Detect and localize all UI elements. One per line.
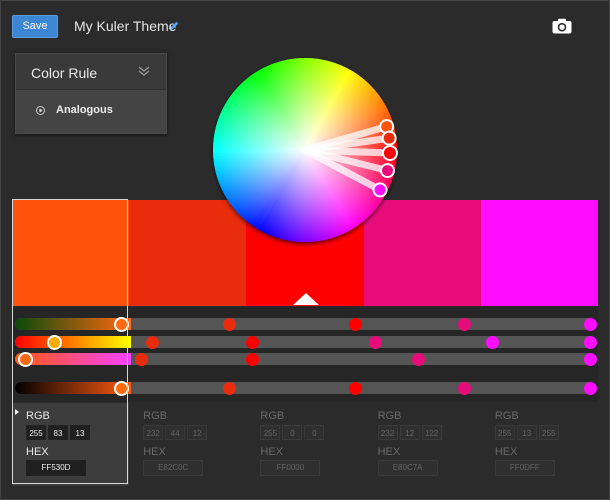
color-rule-title: Color Rule bbox=[31, 65, 98, 81]
value-column-5[interactable]: RGB 255 13 255 HEX FF0DFF bbox=[481, 403, 598, 486]
color-wheel[interactable] bbox=[195, 55, 425, 260]
slider-track-1[interactable] bbox=[15, 318, 595, 330]
slider-knob[interactable] bbox=[18, 352, 33, 367]
color-values: RGB 255 83 13 HEX FF530D RGB 232 44 12 H… bbox=[12, 403, 598, 486]
rgb-b-field[interactable]: 13 bbox=[70, 425, 90, 440]
rgb-g-field[interactable]: 83 bbox=[48, 425, 68, 440]
color-rule-option-label: Analogous bbox=[56, 104, 113, 116]
slider-knob[interactable] bbox=[412, 353, 425, 366]
wheel-handle-2[interactable] bbox=[381, 130, 397, 146]
rgb-label: RGB bbox=[377, 410, 402, 422]
hex-field[interactable]: FF0000 bbox=[260, 460, 321, 476]
expand-arrow-icon[interactable] bbox=[15, 409, 19, 415]
rgb-label: RGB bbox=[143, 410, 168, 422]
slider-knob[interactable] bbox=[146, 336, 159, 349]
save-button[interactable]: Save bbox=[12, 15, 58, 38]
slider-track-3[interactable] bbox=[15, 353, 595, 365]
wheel-handle-3[interactable] bbox=[381, 144, 398, 161]
rgb-g-field[interactable]: 13 bbox=[516, 425, 537, 440]
rgb-b-field[interactable]: 122 bbox=[421, 425, 442, 440]
rgb-r-field[interactable]: 255 bbox=[494, 425, 515, 440]
base-color-indicator-icon bbox=[293, 293, 319, 305]
rgb-b-field[interactable]: 12 bbox=[187, 425, 208, 440]
swatch-1[interactable] bbox=[12, 200, 130, 306]
slider-knob[interactable] bbox=[584, 336, 597, 349]
rgb-r-field[interactable]: 232 bbox=[143, 425, 164, 440]
rgb-b-field[interactable]: 0 bbox=[304, 425, 325, 440]
hex-label: HEX bbox=[377, 446, 401, 458]
slider-knob[interactable] bbox=[223, 318, 236, 331]
hex-label: HEX bbox=[260, 446, 284, 458]
slider-knob[interactable] bbox=[369, 336, 382, 349]
slider-knob[interactable] bbox=[114, 317, 129, 332]
slider-knob[interactable] bbox=[47, 335, 62, 350]
rgb-r-field[interactable]: 255 bbox=[260, 425, 281, 440]
slider-knob[interactable] bbox=[246, 336, 259, 349]
value-column-4[interactable]: RGB 232 12 122 HEX E80C7A bbox=[364, 403, 481, 486]
rgb-b-field[interactable]: 255 bbox=[538, 425, 559, 440]
slider-knob[interactable] bbox=[223, 382, 236, 395]
slider-knob[interactable] bbox=[584, 353, 597, 366]
rgb-r-field[interactable]: 255 bbox=[26, 425, 46, 440]
camera-icon[interactable] bbox=[552, 18, 572, 34]
rgb-g-field[interactable]: 0 bbox=[282, 425, 303, 440]
slider-track-4[interactable] bbox=[15, 382, 595, 394]
color-sliders bbox=[12, 307, 598, 402]
value-column-3[interactable]: RGB 255 0 0 HEX FF0000 bbox=[246, 403, 363, 486]
radio-icon[interactable] bbox=[36, 106, 45, 115]
slider-track-2[interactable] bbox=[15, 336, 595, 348]
rgb-g-field[interactable]: 12 bbox=[399, 425, 420, 440]
rgb-label: RGB bbox=[260, 410, 285, 422]
wheel-handle-4[interactable] bbox=[379, 163, 395, 179]
pencil-icon[interactable] bbox=[168, 20, 180, 32]
hex-field[interactable]: FF530D bbox=[26, 460, 86, 476]
color-rule-panel: Color Rule Analogous bbox=[15, 53, 167, 134]
slider-knob[interactable] bbox=[458, 382, 471, 395]
color-rule-option-analogous[interactable]: Analogous bbox=[16, 90, 166, 133]
value-column-1[interactable]: RGB 255 83 13 HEX FF530D bbox=[12, 403, 130, 486]
slider-knob[interactable] bbox=[246, 353, 259, 366]
slider-knob[interactable] bbox=[584, 382, 597, 395]
rgb-r-field[interactable]: 232 bbox=[377, 425, 398, 440]
rgb-g-field[interactable]: 44 bbox=[165, 425, 186, 440]
chevron-down-icon[interactable] bbox=[138, 65, 150, 77]
slider-knob[interactable] bbox=[349, 382, 362, 395]
slider-knob[interactable] bbox=[458, 318, 471, 331]
hex-field[interactable]: E82C0C bbox=[143, 460, 204, 476]
hex-label: HEX bbox=[26, 446, 49, 458]
rgb-label: RGB bbox=[26, 410, 50, 422]
hex-field[interactable]: FF0DFF bbox=[494, 460, 555, 476]
rgb-label: RGB bbox=[494, 410, 519, 422]
hex-label: HEX bbox=[494, 446, 518, 458]
wheel-handle-5[interactable] bbox=[372, 182, 388, 198]
hex-field[interactable]: E80C7A bbox=[377, 460, 438, 476]
color-rule-dropdown[interactable]: Color Rule bbox=[16, 54, 166, 90]
slider-knob[interactable] bbox=[114, 381, 129, 396]
value-column-2[interactable]: RGB 232 44 12 HEX E82C0C bbox=[129, 403, 246, 486]
slider-knob[interactable] bbox=[135, 353, 148, 366]
slider-knob[interactable] bbox=[349, 318, 362, 331]
slider-knob[interactable] bbox=[584, 318, 597, 331]
theme-title[interactable]: My Kuler Theme bbox=[74, 18, 176, 34]
slider-knob[interactable] bbox=[486, 336, 499, 349]
swatch-5[interactable] bbox=[480, 200, 599, 306]
hex-label: HEX bbox=[143, 446, 166, 458]
